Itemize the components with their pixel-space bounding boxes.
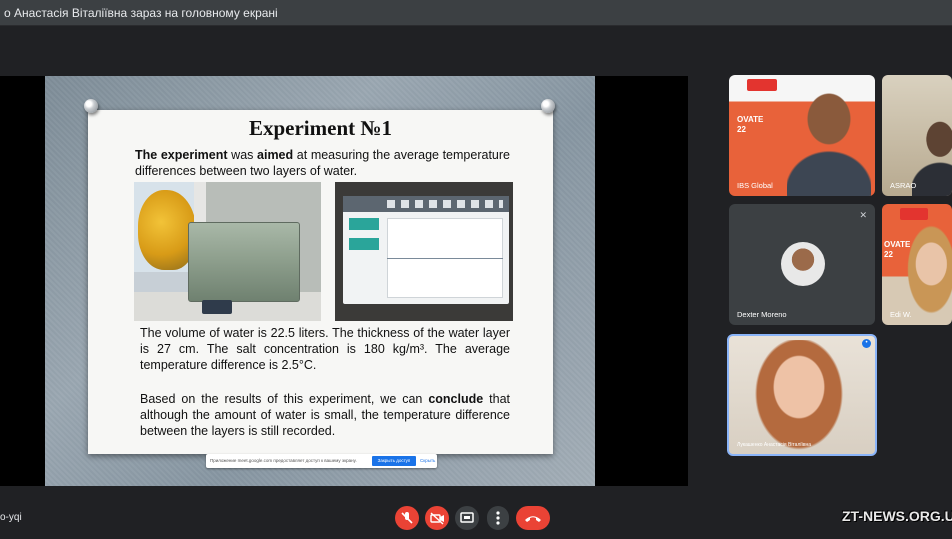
participant-video bbox=[912, 115, 952, 196]
participant-tile-active[interactable]: • Лукашенко Анастасія Віталіївна bbox=[727, 334, 877, 456]
slide-title: Experiment №1 bbox=[248, 116, 392, 140]
top-bar: о Анастасія Віталіївна зараз на головном… bbox=[0, 0, 952, 26]
background-text: OVATE 22 bbox=[737, 115, 764, 134]
camera-off-icon bbox=[430, 512, 444, 525]
presenting-status: о Анастасія Віталіївна зараз на головном… bbox=[4, 6, 278, 20]
mic-off-icon bbox=[401, 512, 413, 524]
more-vert-icon bbox=[496, 511, 500, 525]
end-call-button[interactable] bbox=[516, 506, 550, 530]
present-screen-icon bbox=[460, 512, 474, 523]
participant-tile[interactable]: ASRAO bbox=[882, 75, 952, 196]
meeting-code: o-yqi bbox=[0, 512, 22, 523]
experiment-photo-tank bbox=[134, 182, 321, 321]
screen-share-notice: Приложение meet.google.com предоставляет… bbox=[206, 454, 437, 468]
participant-video bbox=[751, 340, 851, 452]
pushpin-icon bbox=[541, 99, 555, 113]
hide-notice-button[interactable]: Скрыть bbox=[420, 458, 435, 463]
mic-off-icon: ✕ bbox=[859, 210, 867, 220]
camera-toggle-button[interactable] bbox=[425, 506, 449, 530]
avatar bbox=[781, 242, 825, 286]
participant-tile[interactable]: OVATE 22 IBS Global bbox=[729, 75, 875, 196]
more-options-button[interactable] bbox=[487, 506, 509, 530]
screen-share-text: Приложение meet.google.com предоставляет… bbox=[210, 458, 357, 463]
logo bbox=[747, 79, 777, 91]
slide-intro: The experiment was aimed at measuring th… bbox=[135, 148, 510, 178]
mic-toggle-button[interactable] bbox=[395, 506, 419, 530]
pushpin-icon bbox=[84, 99, 98, 113]
participant-name: ASRAO bbox=[890, 181, 917, 190]
participant-name: Лукашенко Анастасія Віталіївна bbox=[737, 442, 812, 448]
speaking-icon: • bbox=[862, 339, 871, 348]
watermark: ZT-NEWS.ORG.UA bbox=[842, 508, 952, 524]
slide-details: The volume of water is 22.5 liters. The … bbox=[140, 326, 510, 372]
stop-sharing-button[interactable]: Закрыть доступ bbox=[372, 456, 416, 466]
slide-conclusion: Based on the results of this experiment,… bbox=[140, 392, 510, 438]
end-call-icon bbox=[525, 516, 541, 522]
participant-name: IBS Global bbox=[737, 181, 773, 190]
participant-video bbox=[906, 214, 952, 325]
participant-name: Dexter Moreno bbox=[737, 310, 787, 319]
participant-video bbox=[787, 89, 871, 196]
experiment-photo-graph bbox=[335, 182, 513, 321]
participant-tile[interactable]: OVATE 22 Edi W. bbox=[882, 204, 952, 325]
participant-name: Edi W. bbox=[890, 310, 912, 319]
participant-tile[interactable]: ✕ Dexter Moreno bbox=[729, 204, 875, 325]
present-screen-button[interactable] bbox=[455, 506, 479, 530]
